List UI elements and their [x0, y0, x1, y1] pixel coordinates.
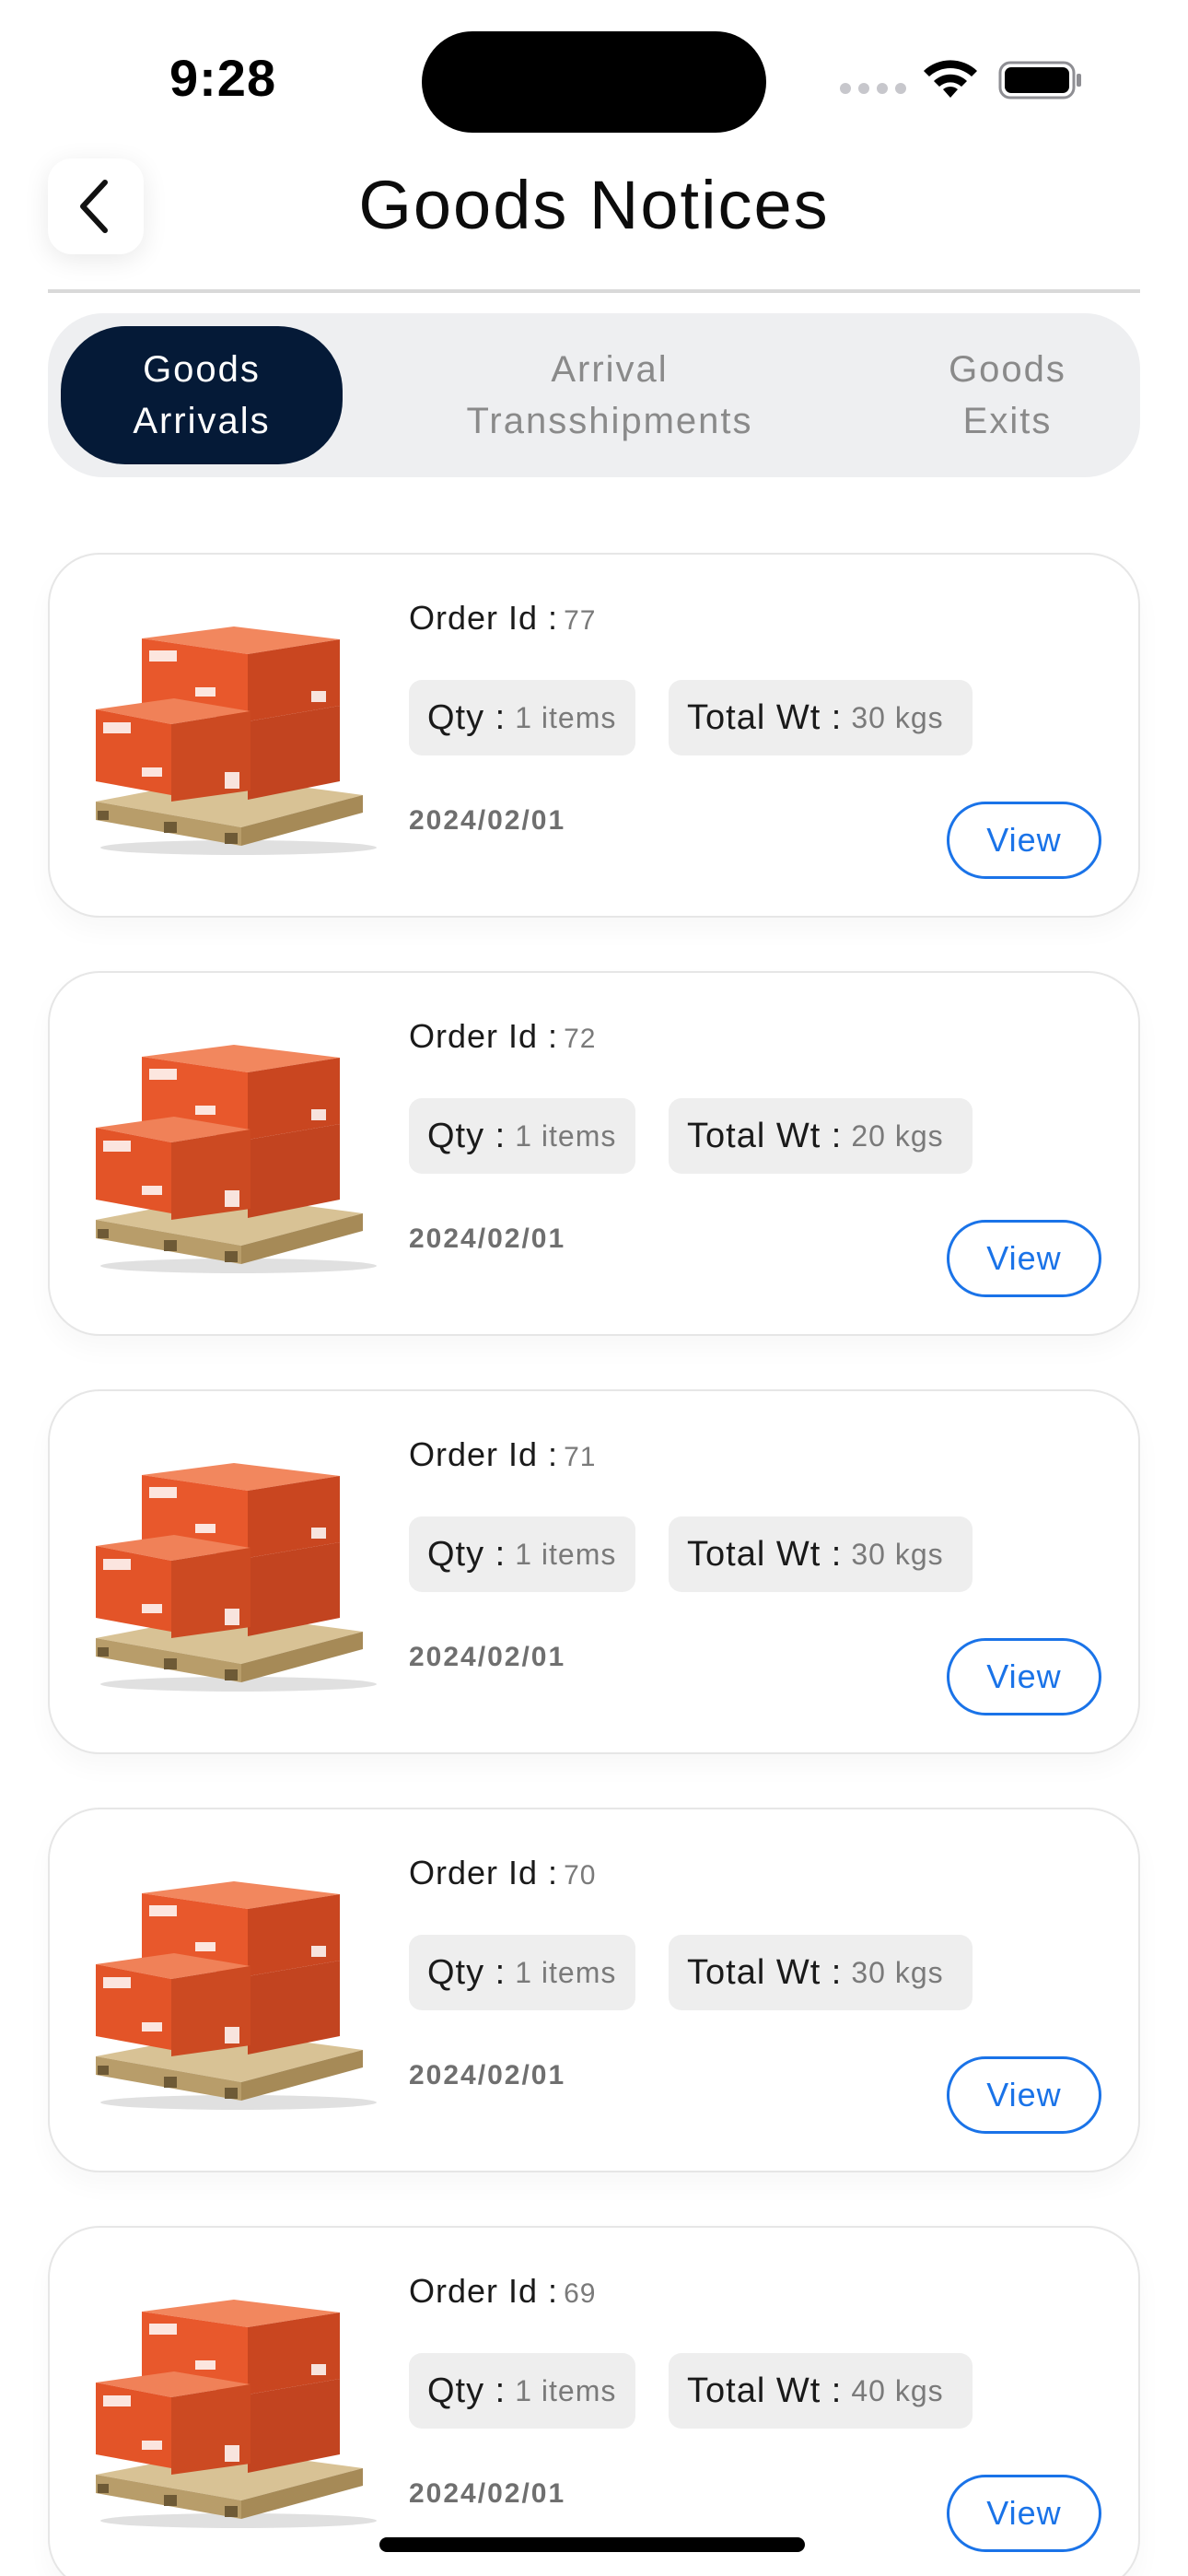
order-date: 2024/02/01 — [409, 2060, 566, 2090]
order-id: Order Id :77 — [409, 599, 597, 637]
order-card: Order Id :70 Qty :1 items Total Wt :30 k… — [48, 1808, 1140, 2172]
view-button[interactable]: View — [947, 802, 1101, 879]
tab-goods-arrivals[interactable]: Goods Arrivals — [61, 326, 343, 464]
order-id: Order Id :72 — [409, 1017, 597, 1055]
order-date: 2024/02/01 — [409, 2478, 566, 2509]
home-indicator — [379, 2537, 805, 2552]
product-image — [96, 1463, 377, 1692]
goods-arrivals-list: Order Id :77 Qty :1 items Total Wt :30 k… — [48, 553, 1140, 2576]
total-wt-chip: Total Wt :30 kgs — [669, 1516, 973, 1592]
qty-chip: Qty :1 items — [409, 2353, 635, 2429]
product-image — [96, 2300, 377, 2528]
cellular-signal-icon — [840, 83, 906, 94]
order-id: Order Id :71 — [409, 1435, 597, 1473]
qty-chip: Qty :1 items — [409, 680, 635, 755]
order-date: 2024/02/01 — [409, 1642, 566, 1672]
tab-goods-exits[interactable]: Goods Exits — [886, 326, 1129, 464]
order-card: Order Id :77 Qty :1 items Total Wt :30 k… — [48, 553, 1140, 918]
header-divider — [48, 289, 1140, 293]
view-button[interactable]: View — [947, 1638, 1101, 1715]
battery-icon — [998, 61, 1081, 100]
order-card: Order Id :72 Qty :1 items Total Wt :20 k… — [48, 971, 1140, 1336]
order-date: 2024/02/01 — [409, 805, 566, 836]
view-button[interactable]: View — [947, 2475, 1101, 2552]
qty-chip: Qty :1 items — [409, 1516, 635, 1592]
view-button[interactable]: View — [947, 2056, 1101, 2134]
dynamic-island — [422, 31, 766, 133]
order-date: 2024/02/01 — [409, 1224, 566, 1254]
qty-chip: Qty :1 items — [409, 1098, 635, 1174]
view-button[interactable]: View — [947, 1220, 1101, 1297]
product-image — [96, 1881, 377, 2110]
wifi-icon — [924, 60, 977, 98]
total-wt-chip: Total Wt :20 kgs — [669, 1098, 973, 1174]
status-time: 9:28 — [169, 49, 277, 107]
order-id: Order Id :69 — [409, 2272, 597, 2310]
segmented-tabs: Goods Arrivals Arrival Transshipments Go… — [48, 313, 1140, 477]
order-id: Order Id :70 — [409, 1854, 597, 1891]
page-title: Goods Notices — [358, 167, 830, 243]
order-card: Order Id :69 Qty :1 items Total Wt :40 k… — [48, 2226, 1140, 2576]
total-wt-chip: Total Wt :40 kgs — [669, 2353, 973, 2429]
status-bar: 9:28 — [0, 0, 1188, 157]
total-wt-chip: Total Wt :30 kgs — [669, 1935, 973, 2010]
order-card: Order Id :71 Qty :1 items Total Wt :30 k… — [48, 1389, 1140, 1754]
product-image — [96, 1045, 377, 1273]
qty-chip: Qty :1 items — [409, 1935, 635, 2010]
total-wt-chip: Total Wt :30 kgs — [669, 680, 973, 755]
tab-arrival-transshipments[interactable]: Arrival Transshipments — [379, 326, 840, 464]
header: Goods Notices — [0, 157, 1188, 293]
product-image — [96, 626, 377, 855]
